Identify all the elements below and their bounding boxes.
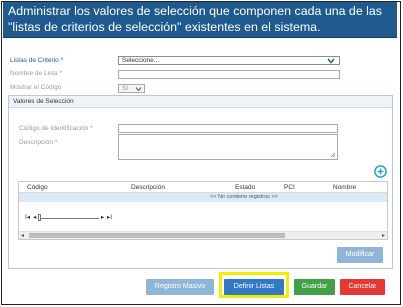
scroll-left-icon[interactable]: ◂ bbox=[21, 232, 24, 240]
scroll-right-icon[interactable]: ▸ bbox=[382, 232, 385, 240]
show-code-select[interactable]: SI bbox=[118, 84, 145, 93]
column-header-status[interactable]: Estado bbox=[235, 184, 255, 192]
list-name-label: Nombre de Lista * bbox=[10, 70, 63, 77]
identification-code-input[interactable] bbox=[118, 124, 338, 133]
show-code-selected-value: SI bbox=[122, 85, 129, 92]
show-code-label: Mostrar el Código bbox=[10, 84, 62, 91]
criteria-list-select[interactable]: Seleccione... bbox=[118, 56, 340, 65]
identification-code-label: Código de Identificación * bbox=[19, 125, 93, 132]
column-header-name[interactable]: Nombre bbox=[333, 184, 356, 192]
pager-last-icon[interactable]: ▸I bbox=[107, 213, 112, 222]
description-label: Descripción * bbox=[19, 139, 58, 146]
pager-first-icon[interactable]: I◂ bbox=[25, 213, 30, 222]
criteria-list-label: Listas de Criterio * bbox=[10, 57, 64, 64]
resize-grip-icon[interactable] bbox=[330, 152, 336, 158]
pager-slider-track[interactable] bbox=[41, 218, 99, 219]
bulk-register-button[interactable]: Registro Masivo bbox=[146, 279, 214, 295]
selection-values-panel-title: Valores de Selección bbox=[13, 98, 74, 105]
page-title: Administrar los valores de selección que… bbox=[8, 4, 382, 34]
chevron-down-icon bbox=[327, 58, 335, 64]
table-empty-row: << No contiene registros >> bbox=[19, 193, 387, 202]
page-header: Administrar los valores de selección que… bbox=[3, 2, 397, 38]
column-header-pci[interactable]: PCI bbox=[284, 184, 295, 192]
selection-values-panel-header: Valores de Selección bbox=[9, 96, 392, 108]
pager-next-icon[interactable]: ▸ bbox=[101, 213, 104, 222]
pager-prev-icon[interactable]: ◂ bbox=[33, 213, 36, 222]
plus-circle-icon[interactable] bbox=[374, 165, 387, 178]
cancel-button[interactable]: Cancelar bbox=[340, 279, 385, 295]
column-header-description[interactable]: Descripción bbox=[131, 184, 165, 192]
selection-values-table: Código Descripción Estado PCI Nombre << … bbox=[18, 181, 388, 240]
column-header-code[interactable]: Código bbox=[27, 184, 48, 192]
scrollbar-thumb[interactable] bbox=[29, 233, 285, 238]
list-name-input[interactable] bbox=[118, 70, 340, 79]
save-button[interactable]: Guardar bbox=[294, 279, 335, 295]
criteria-list-selected-value: Seleccione... bbox=[122, 57, 160, 64]
horizontal-scrollbar[interactable]: ◂ ▸ bbox=[19, 231, 387, 239]
pager: I◂ ◂ ▸ ▸I bbox=[25, 213, 145, 222]
table-header: Código Descripción Estado PCI Nombre bbox=[19, 182, 387, 193]
description-textarea[interactable] bbox=[118, 134, 338, 160]
define-lists-button[interactable]: Definir Listas bbox=[224, 279, 284, 295]
empty-message: << No contiene registros >> bbox=[210, 194, 278, 200]
chevron-down-icon bbox=[135, 87, 142, 92]
modify-button[interactable]: Modificar bbox=[337, 247, 383, 263]
